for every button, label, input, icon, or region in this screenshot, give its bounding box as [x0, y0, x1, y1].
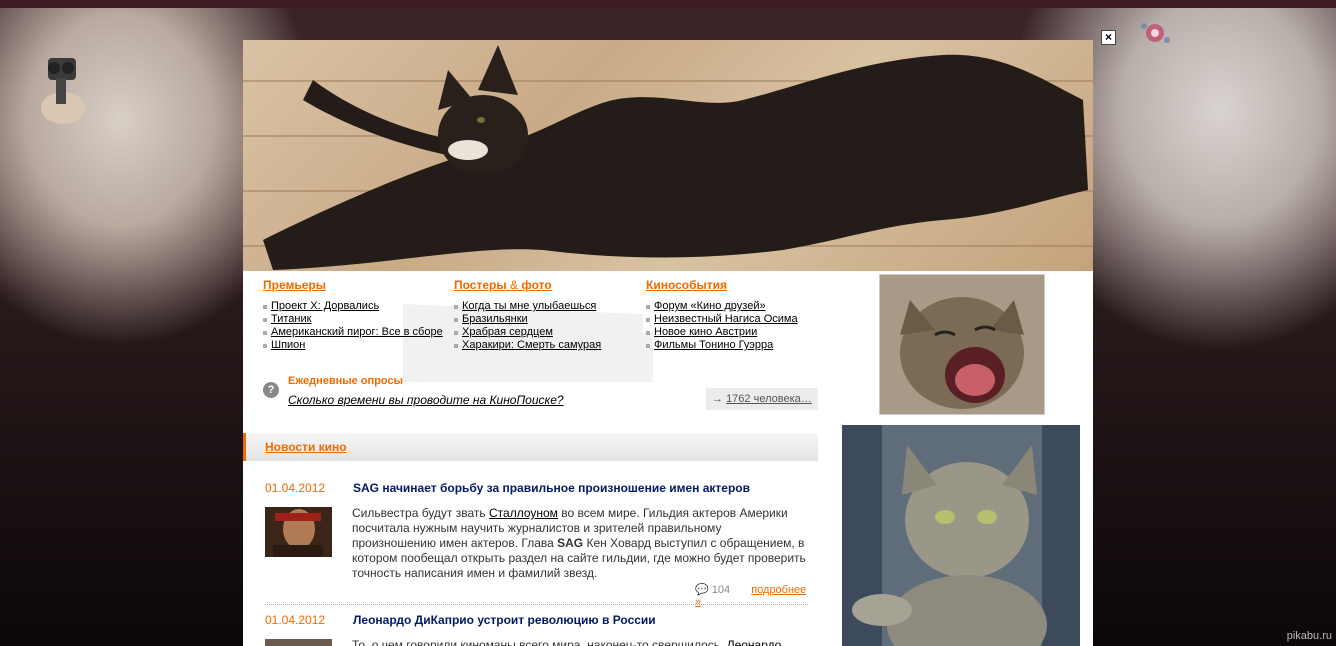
news-date: 01.04.2012 — [265, 481, 326, 495]
top-bar — [0, 0, 1336, 8]
list-item[interactable]: Харакири: Смерть самурая — [454, 339, 634, 352]
events-heading[interactable]: Кинособытия — [646, 278, 826, 292]
list-item[interactable]: Неизвестный Нагиса Осима — [646, 313, 826, 326]
list-item[interactable]: Американский пирог: Все в сборе — [263, 326, 443, 339]
poll-title: Ежедневные опросы — [288, 375, 403, 387]
question-icon: ? — [263, 382, 279, 398]
news-section-title[interactable]: Новости кино — [265, 440, 347, 454]
list-item[interactable]: Форум «Кино друзей» — [646, 300, 826, 313]
category-columns: Премьеры Проект X: Дорвались Титаник Аме… — [263, 278, 823, 368]
actor-link[interactable]: Сталлоуном — [489, 506, 558, 520]
list-item[interactable]: Бразильянки — [454, 313, 634, 326]
actor-link[interactable]: Леонардо — [727, 638, 782, 646]
news-thumbnail[interactable] — [265, 507, 332, 557]
news-date: 01.04.2012 — [265, 613, 326, 627]
posters-heading[interactable]: Постеры & фото — [454, 278, 634, 292]
poll-question-link[interactable]: Сколько времени вы проводите на КиноПоис… — [288, 393, 564, 407]
comments-count[interactable]: 💬 104 — [695, 584, 730, 596]
list-item[interactable]: Храбрая сердцем — [454, 326, 634, 339]
premieres-heading[interactable]: Премьеры — [263, 278, 443, 292]
revolver-hand-image — [41, 58, 85, 124]
arrow-icon: → — [712, 393, 723, 405]
news-body: То, о чем говорили киноманы всего мира, … — [352, 638, 807, 646]
kitten-photo — [842, 425, 1080, 646]
news-title-link[interactable]: SAG начинает борьбу за правильное произн… — [353, 481, 750, 495]
news-item: 01.04.2012 Леонардо ДиКаприо устроит рев… — [265, 613, 810, 646]
premieres-column: Премьеры Проект X: Дорвались Титаник Аме… — [263, 278, 443, 352]
divider — [265, 604, 808, 605]
list-item[interactable]: Фильмы Тонино Гуэрра — [646, 339, 826, 352]
cat-banner-image — [243, 40, 1093, 271]
list-item[interactable]: Новое кино Австрии — [646, 326, 826, 339]
news-item: 01.04.2012 SAG начинает борьбу за правил… — [265, 481, 810, 608]
posters-column: Постеры & фото Когда ты мне улыбаешься Б… — [454, 278, 634, 352]
events-column: Кинособытия Форум «Кино друзей» Неизвест… — [646, 278, 826, 352]
news-title-link[interactable]: Леонардо ДиКаприо устроит революцию в Ро… — [353, 613, 656, 627]
list-item[interactable]: Проект X: Дорвались — [263, 300, 443, 313]
main-content: Премьеры Проект X: Дорвались Титаник Аме… — [243, 40, 1093, 646]
watermark: pikabu.ru — [1286, 630, 1332, 642]
yawning-kitten-image — [879, 274, 1045, 415]
flower-ornament — [1141, 23, 1170, 43]
news-section-header: Новости кино — [243, 433, 818, 461]
news-body: Сильвестра будут звать Сталлоуном во все… — [352, 506, 806, 580]
list-item[interactable]: Титаник — [263, 313, 443, 326]
list-item[interactable]: Шпион — [263, 339, 443, 352]
news-thumbnail[interactable] — [265, 639, 332, 646]
poll-count[interactable]: → 1762 человека… — [706, 388, 818, 410]
list-item[interactable]: Когда ты мне улыбаешься — [454, 300, 634, 313]
close-button[interactable]: × — [1101, 30, 1116, 45]
